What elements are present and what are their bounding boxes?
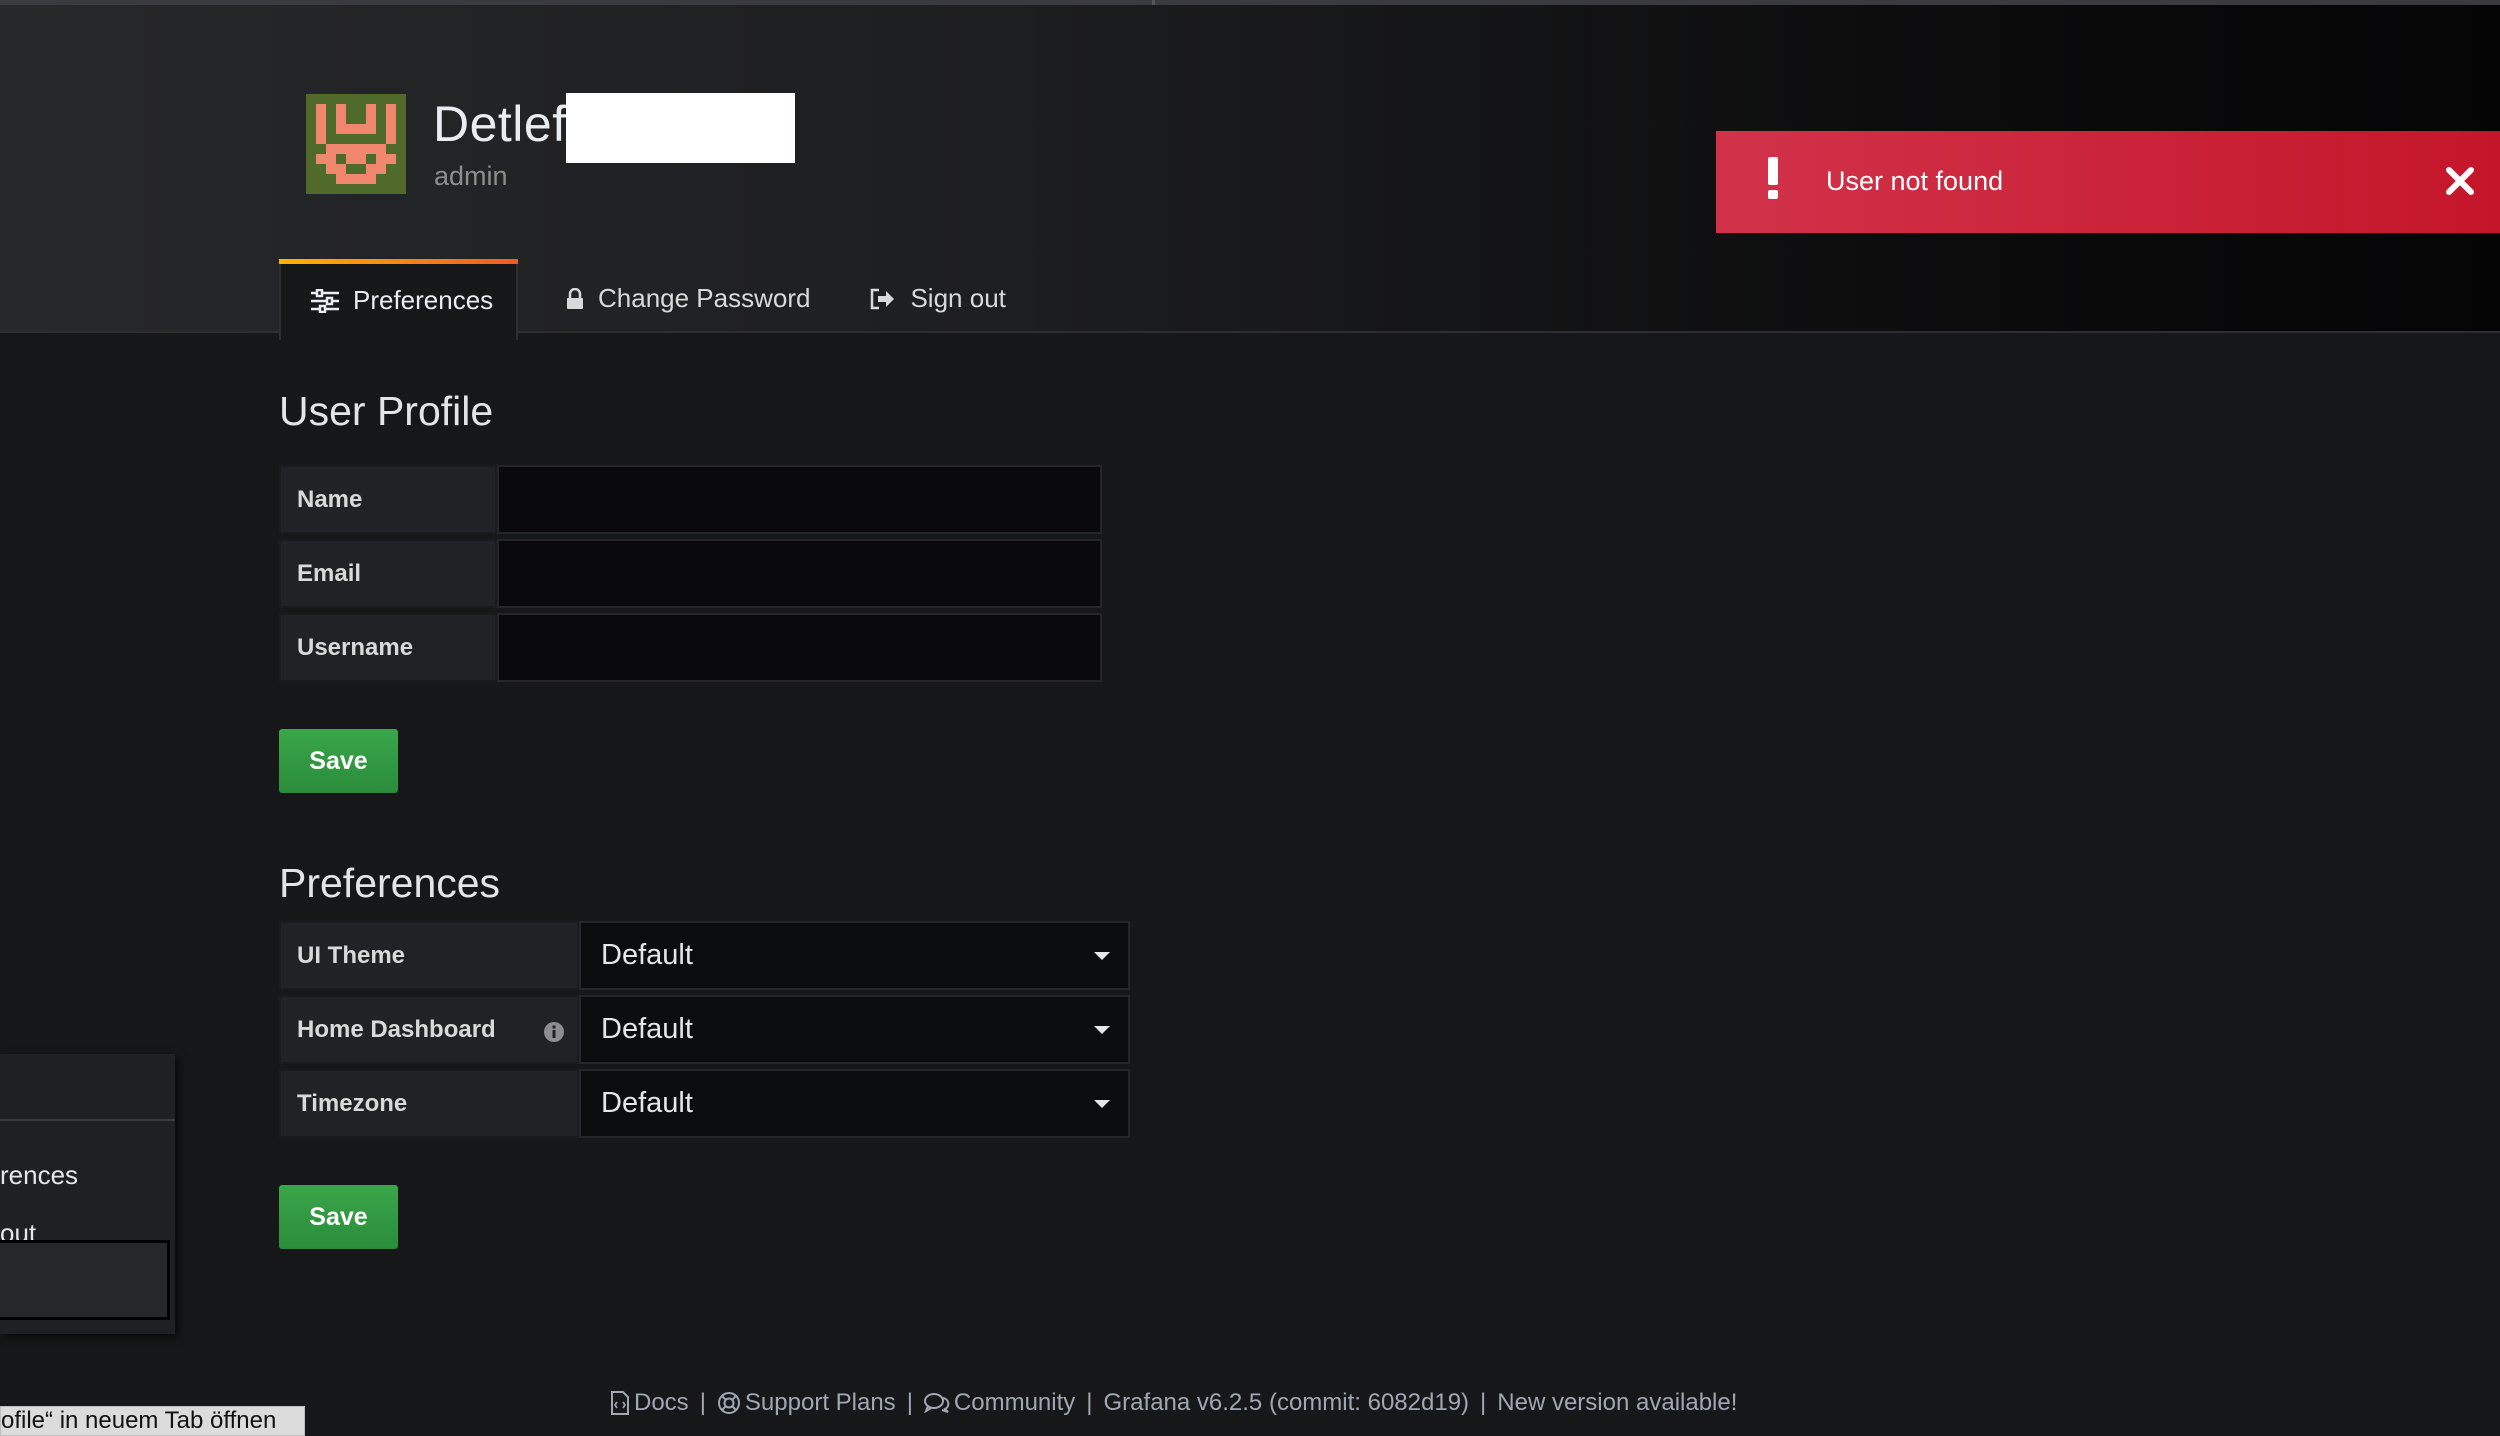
tab-preferences-label: Preferences — [353, 285, 494, 315]
username-row: Username — [279, 613, 1102, 682]
name-row: Name — [279, 465, 1102, 534]
home-dashboard-value: Default — [601, 1013, 693, 1045]
email-input[interactable] — [497, 539, 1102, 608]
redacted-surname — [566, 93, 795, 163]
save-profile-button[interactable]: Save — [279, 729, 398, 793]
name-input[interactable] — [497, 465, 1102, 534]
footer-version-link[interactable]: Grafana v6.2.5 (commit: 6082d19) — [1104, 1389, 1470, 1417]
lock-icon — [566, 287, 584, 310]
caret-down-icon — [1094, 951, 1110, 960]
tab-preferences[interactable]: Preferences — [279, 259, 518, 340]
page-header: Detlef admin User not found Preferences … — [0, 5, 2500, 340]
error-alert: User not found — [1716, 131, 2500, 233]
footer-docs-link[interactable]: Docs — [610, 1389, 689, 1417]
exclamation-icon — [1766, 157, 1780, 204]
footer-separator: | — [1086, 1389, 1093, 1416]
name-label: Name — [279, 465, 497, 534]
user-role: admin — [434, 161, 508, 191]
home-dashboard-select[interactable]: Default — [579, 995, 1130, 1064]
menu-focused-item[interactable] — [0, 1240, 170, 1320]
ui-theme-label: UI Theme — [279, 921, 579, 990]
comments-icon — [923, 1392, 950, 1414]
close-icon[interactable] — [2445, 166, 2475, 201]
tab-sign-out[interactable]: Sign out — [840, 259, 1035, 338]
ui-theme-row: UI Theme Default — [279, 921, 1130, 990]
ui-theme-value: Default — [601, 939, 693, 971]
document-icon — [610, 1391, 630, 1415]
timezone-row: Timezone Default — [279, 1069, 1130, 1138]
profile-tabs: Preferences Change Password Sign out — [279, 259, 1036, 340]
tab-change-password[interactable]: Change Password — [536, 259, 840, 338]
footer-support-link[interactable]: Support Plans — [717, 1389, 896, 1417]
user-profile-title: User Profile — [279, 388, 494, 434]
alert-message: User not found — [1826, 166, 2004, 196]
sliders-icon — [311, 288, 339, 313]
menu-divider — [0, 1119, 175, 1121]
username-input[interactable] — [497, 613, 1102, 682]
email-row: Email — [279, 539, 1102, 608]
sign-out-icon — [870, 288, 896, 310]
caret-down-icon — [1094, 1099, 1110, 1108]
info-icon[interactable] — [543, 1021, 565, 1050]
timezone-label: Timezone — [279, 1069, 579, 1138]
footer-separator: | — [1480, 1389, 1487, 1416]
footer-update-link[interactable]: New version available! — [1497, 1389, 1737, 1417]
home-dashboard-row: Home Dashboard Default — [279, 995, 1130, 1064]
ui-theme-select[interactable]: Default — [579, 921, 1130, 990]
menu-item-preferences[interactable]: rences — [0, 1160, 78, 1191]
footer-community-label: Community — [953, 1389, 1076, 1416]
profile-dropdown-menu: rences out — [0, 1054, 175, 1334]
link-status-tooltip: ofile“ in neuem Tab öffnen — [0, 1406, 305, 1436]
tab-change-password-label: Change Password — [598, 283, 811, 313]
footer-docs-label: Docs — [634, 1389, 689, 1416]
save-preferences-button[interactable]: Save — [279, 1185, 398, 1249]
footer-separator: | — [699, 1389, 706, 1416]
user-name: Detlef — [433, 96, 567, 152]
footer-separator: | — [906, 1389, 913, 1416]
footer-community-link[interactable]: Community — [923, 1389, 1076, 1417]
avatar — [306, 94, 406, 194]
life-ring-icon — [717, 1391, 741, 1415]
footer-support-label: Support Plans — [744, 1389, 896, 1416]
username-label: Username — [279, 613, 497, 682]
footer: Docs | Support Plans | Community | Grafa… — [610, 1388, 1737, 1418]
home-dashboard-label: Home Dashboard — [279, 995, 579, 1064]
tab-sign-out-label: Sign out — [910, 283, 1006, 313]
preferences-title: Preferences — [279, 860, 501, 906]
email-label: Email — [279, 539, 497, 608]
timezone-value: Default — [601, 1087, 693, 1119]
timezone-select[interactable]: Default — [579, 1069, 1130, 1138]
home-dashboard-label-text: Home Dashboard — [297, 1015, 496, 1043]
identicon-icon — [306, 94, 406, 194]
caret-down-icon — [1094, 1025, 1110, 1034]
